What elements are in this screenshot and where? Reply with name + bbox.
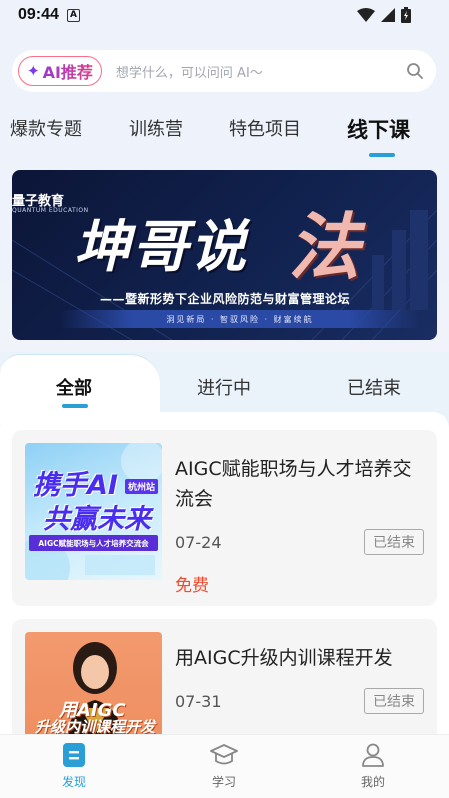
course-thumbnail: 携手AI 杭州站 共赢未来 AIGC赋能职场与人才培养交流会: [25, 443, 162, 580]
banner-title: 坤哥说: [74, 214, 248, 280]
battery-icon: [401, 7, 411, 23]
course-card[interactable]: 携手AI 杭州站 共赢未来 AIGC赋能职场与人才培养交流会 AIGC赋能职场与…: [12, 430, 437, 606]
discover-icon: [63, 743, 85, 767]
banner-tagline: 洞见新局 · 智驭风险 · 财富续航: [60, 310, 420, 328]
nav-label: 学习: [211, 775, 236, 789]
status-tab-indicator: [62, 404, 88, 408]
graduation-cap-icon: [210, 744, 238, 765]
nav-label: 发现: [61, 775, 86, 789]
banner-title-accent: 法: [288, 204, 361, 289]
course-price: 免费: [175, 576, 209, 596]
promo-banner[interactable]: 量子教育 QUANTUM EDUCATION 坤哥说 法 ——暨新形势下企业风险…: [12, 170, 437, 340]
status-tab-ended[interactable]: 已结束: [347, 374, 401, 400]
bottom-nav: 发现 学习 我的: [0, 734, 449, 798]
signal-icon: [381, 8, 395, 22]
nav-profile[interactable]: 我的: [333, 743, 413, 790]
ai-badge-label: AI推荐: [42, 63, 93, 82]
status-tab-ongoing[interactable]: 进行中: [197, 374, 251, 400]
nav-label: 我的: [360, 775, 385, 789]
nav-discover[interactable]: 发现: [34, 743, 114, 790]
search-bar[interactable]: ✦ AI推荐 想学什么，可以问问 AI〜: [12, 50, 436, 92]
user-icon: [362, 743, 384, 767]
status-tab-all[interactable]: 全部: [56, 374, 92, 400]
tab-hot-topics[interactable]: 爆款专题: [10, 115, 82, 141]
category-tabs: 爆款专题 训练营 特色项目 线下课: [0, 114, 449, 157]
status-badge: 已结束: [364, 688, 424, 714]
status-badge: 已结束: [364, 529, 424, 555]
status-bar: 09:44 A: [0, 0, 449, 30]
course-title: 用AIGC升级内训课程开发: [175, 647, 393, 669]
tab-offline-courses[interactable]: 线下课: [347, 114, 410, 144]
course-title: AIGC赋能职场与人才培养交流会: [175, 458, 412, 510]
active-tab-indicator: [369, 153, 395, 157]
wifi-icon: [357, 8, 375, 22]
status-icons: [357, 7, 411, 23]
thumbnail-band: AIGC赋能职场与人才培养交流会: [29, 535, 158, 551]
nav-study[interactable]: 学习: [184, 743, 264, 790]
course-date: 07-31: [175, 692, 222, 711]
banner-subtitle: ——暨新形势下企业风险防范与财富管理论坛: [100, 292, 351, 306]
notification-icon: A: [66, 8, 80, 22]
tab-training-camp[interactable]: 训练营: [129, 115, 183, 141]
sparkle-icon: ✦: [27, 62, 40, 80]
search-icon[interactable]: [400, 56, 430, 86]
course-date: 07-24: [175, 533, 222, 552]
thumbnail-headline-2: 共赢未来: [43, 504, 151, 535]
search-input[interactable]: 想学什么，可以问问 AI〜: [116, 62, 400, 81]
ai-recommend-button[interactable]: ✦ AI推荐: [18, 56, 102, 86]
tab-featured-projects[interactable]: 特色项目: [229, 115, 301, 141]
thumbnail-city-tag: 杭州站: [125, 479, 159, 494]
status-time: 09:44: [18, 6, 59, 23]
